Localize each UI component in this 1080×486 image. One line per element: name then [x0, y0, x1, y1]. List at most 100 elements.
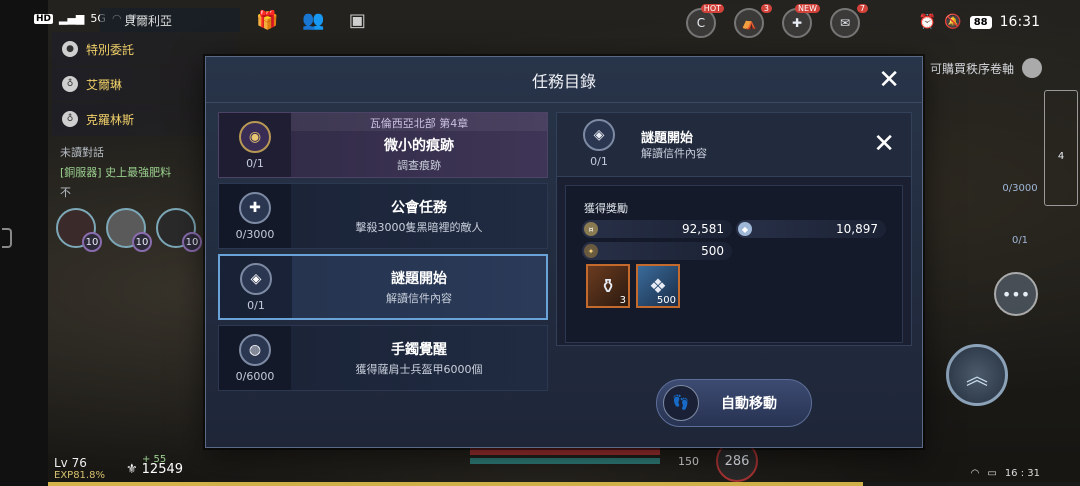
- party-member-avatar[interactable]: 10: [106, 208, 152, 252]
- bottom-clock: 16 : 31: [1004, 468, 1040, 479]
- ring-icon: ◉: [239, 120, 271, 153]
- right-quest-list: 0/3000 0/1: [1000, 90, 1040, 246]
- power-plus: + 55: [142, 454, 167, 465]
- quest-title: 公會任務: [391, 200, 447, 216]
- close-modal-button[interactable]: ✕: [878, 67, 900, 93]
- modal-title: 任務目錄: [531, 71, 596, 91]
- quest-progress: 0/1: [247, 298, 265, 312]
- status-bar-right: ⏰ 🔕 88 16:31: [919, 14, 1040, 30]
- quest-subtitle: 調查痕跡: [397, 159, 441, 172]
- top-right-icons: C HOT ⛺ 3 ✚ NEW ✉ 7: [686, 4, 868, 38]
- quest-item-puzzle[interactable]: ◈ 0/1 謎題開始 解讀信件內容: [218, 254, 548, 320]
- quest-list: 瓦倫西亞北部 第4章 ◉ 0/1 微小的痕跡 調查痕跡 ✚ 0/3000 公會任…: [218, 112, 548, 396]
- quest-item-story[interactable]: 瓦倫西亞北部 第4章 ◉ 0/1 微小的痕跡 調查痕跡: [218, 112, 548, 178]
- gift-icon[interactable]: 🎁: [256, 10, 278, 31]
- modal-header: 任務目錄 ✕: [206, 57, 922, 103]
- reward-item-chest[interactable]: ⚱ 3: [586, 264, 630, 308]
- chat-bubble-icon: •••: [1001, 284, 1031, 304]
- crystal-reward: ◆ 10,897: [736, 220, 886, 238]
- side-notch: [2, 228, 12, 248]
- detail-header: ◈ 0/1 謎題開始 解讀信件內容 ✕: [557, 113, 911, 177]
- party-level: 10: [182, 232, 202, 252]
- wifi-icon: ◠: [970, 468, 980, 479]
- side-counter[interactable]: 4: [1044, 90, 1078, 206]
- silver-coin-icon: ¤: [584, 222, 598, 236]
- contribution-icon: ✦: [584, 244, 598, 258]
- item-count: 3: [619, 295, 626, 306]
- scroll-icon: [1022, 58, 1043, 78]
- power-icon: ⚜: [126, 462, 138, 477]
- quest-icon-cell: ◍ 0/6000: [219, 326, 291, 390]
- player-level: Lv 76: [54, 456, 87, 470]
- detail-title: 謎題開始: [641, 131, 694, 146]
- ranking-icon[interactable]: ▣: [349, 10, 366, 31]
- mp-bar: [470, 458, 660, 464]
- chat-line: [銅服器] 史上最強肥料: [60, 166, 172, 179]
- quest-icon-cell: ◉ 0/1: [219, 113, 291, 177]
- quest-title: 微小的痕跡: [384, 138, 454, 154]
- auto-move-label: 自動移動: [721, 396, 777, 412]
- potion-icon: ♁: [62, 111, 78, 127]
- quest-icon-cell: ✚ 0/3000: [219, 184, 291, 248]
- camp-icon[interactable]: ⛺ 3: [734, 4, 772, 38]
- quest-subtitle: 解讀信件內容: [386, 292, 452, 305]
- footprints-icon: 👣: [663, 385, 699, 421]
- jump-button[interactable]: ︽: [946, 344, 1008, 406]
- diamond-icon: ◈: [583, 119, 615, 151]
- mail-badge: 7: [856, 4, 868, 13]
- mute-icon: 🔕: [944, 14, 962, 30]
- silver-value: 92,581: [682, 222, 724, 236]
- buy-scroll-notice[interactable]: 可購買秩序卷軸: [930, 58, 1043, 78]
- unread-label: 未讀對話: [60, 146, 104, 159]
- hd-indicator: HD: [34, 13, 54, 24]
- guild-icon[interactable]: 👥: [302, 10, 324, 31]
- right-quest-item[interactable]: [1000, 90, 1040, 142]
- tracker-label: 特別委託: [86, 42, 135, 57]
- quest-text: 微小的痕跡 調查痕跡: [291, 131, 547, 177]
- bracelet-icon: ◍: [239, 333, 271, 366]
- chat-button[interactable]: •••: [994, 272, 1038, 316]
- quest-item-bracelet[interactable]: ◍ 0/6000 手鐲覺醒 獲得薩肩士兵盔甲6000個: [218, 325, 548, 391]
- reward-items: ⚱ 3 ❖ 500: [586, 264, 680, 308]
- quest-icon-cell: ◈ 0/1: [220, 256, 292, 318]
- crystal-icon: ◆: [738, 222, 752, 236]
- silver-reward: ¤ 92,581: [582, 220, 732, 238]
- quest-title: 手鐲覺醒: [391, 342, 447, 358]
- new-badge: NEW: [795, 4, 820, 13]
- mp-value: 150: [678, 455, 699, 468]
- hot-badge: HOT: [700, 4, 724, 13]
- close-detail-button[interactable]: ✕: [873, 131, 895, 157]
- clock: 16:31: [999, 14, 1040, 30]
- quest-title: 謎題開始: [391, 271, 447, 287]
- crystal-value: 10,897: [836, 222, 878, 236]
- detail-progress: 0/1: [590, 155, 608, 168]
- tracker-label: 克羅林斯: [86, 112, 135, 127]
- quest-item-guild[interactable]: ✚ 0/3000 公會任務 擊殺3000隻黑暗裡的敵人: [218, 183, 548, 249]
- bottom-status: ◠ ▭ 16 : 31: [971, 468, 1040, 479]
- quest-subtitle: 獲得薩肩士兵盔甲6000個: [355, 363, 483, 376]
- chat-line-2: 不: [60, 186, 71, 199]
- potion-icon: ♁: [62, 76, 78, 92]
- flag-icon: ●: [62, 41, 78, 57]
- shield-plus-icon[interactable]: ✚ NEW: [782, 4, 820, 38]
- event-coin-icon[interactable]: C HOT: [686, 4, 724, 38]
- detail-icon-cell: ◈ 0/1: [575, 119, 623, 168]
- right-quest-item[interactable]: 0/3000: [1000, 142, 1040, 194]
- party-member-avatar[interactable]: 10: [56, 208, 102, 252]
- reward-item-crystal[interactable]: ❖ 500: [636, 264, 680, 308]
- camp-badge: 3: [760, 4, 772, 13]
- party-level: 10: [132, 232, 152, 252]
- region-name: 貝爾利亞: [100, 8, 240, 32]
- hp-bar: [470, 447, 660, 455]
- party-members: 10 10 10: [56, 208, 202, 252]
- mail-icon[interactable]: ✉ 7: [830, 4, 868, 38]
- right-quest-item[interactable]: 0/1: [1000, 194, 1040, 246]
- party-member-avatar[interactable]: 10: [156, 208, 202, 252]
- guild-shield-icon: ✚: [239, 191, 271, 224]
- buy-scroll-label: 可購買秩序卷軸: [930, 61, 1015, 76]
- exp-percent: EXP81.8%: [54, 470, 105, 481]
- auto-move-button[interactable]: 👣 自動移動: [656, 379, 812, 427]
- quest-progress: 0/6000: [235, 369, 275, 383]
- rewards-box: 獲得獎勵 ¤ 92,581 ◆ 10,897 ✦ 500 ⚱ 3 ❖ 500: [565, 185, 903, 343]
- detail-subtitle: 解讀信件內容: [641, 147, 707, 160]
